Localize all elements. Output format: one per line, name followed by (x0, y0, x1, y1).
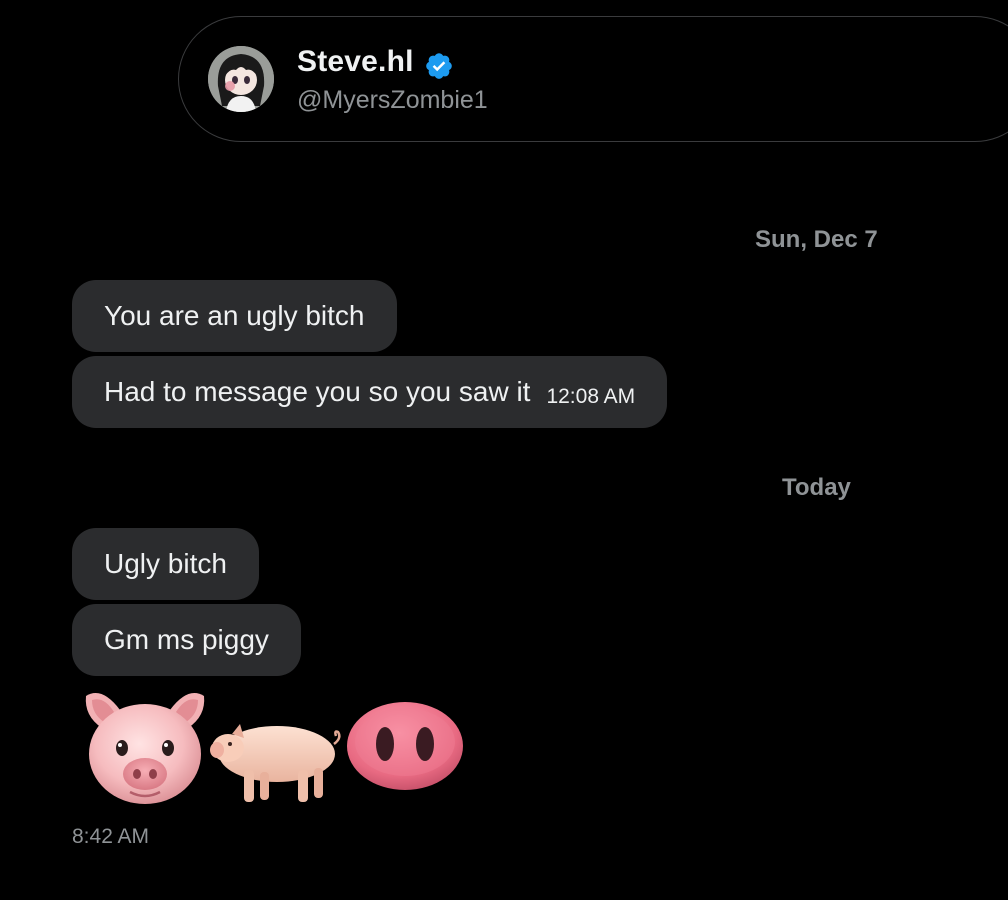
pig-nose-emoji (347, 702, 463, 790)
message-bubble[interactable]: You are an ugly bitch (72, 280, 397, 352)
pig-face-emoji (85, 693, 205, 804)
date-separator: Today (782, 474, 851, 501)
avatar-image (208, 46, 274, 112)
message-text: Ugly bitch (104, 548, 227, 579)
message-text: Had to message you so you saw it (104, 376, 531, 407)
date-separator: Sun, Dec 7 (755, 226, 878, 253)
conversation-header[interactable] (178, 16, 1008, 142)
pig-emoji (210, 724, 341, 802)
dm-conversation: Steve.hl @MyersZombie1 Sun, Dec 7 You ar… (0, 0, 1008, 900)
emoji-message[interactable] (72, 684, 472, 814)
user-display-name[interactable]: Steve.hl (297, 45, 414, 79)
avatar[interactable] (208, 46, 274, 112)
message-bubble[interactable]: Had to message you so you saw it 12:08 A… (72, 356, 668, 428)
user-handle[interactable]: @MyersZombie1 (297, 86, 488, 115)
message-text: Gm ms piggy (104, 624, 269, 655)
message-text: You are an ugly bitch (104, 300, 365, 331)
message-timestamp: 12:08 AM (546, 385, 636, 408)
message-bubble[interactable]: Ugly bitch (72, 528, 259, 600)
message-bubble[interactable]: Gm ms piggy (72, 604, 301, 676)
message-timestamp: 8:42 AM (72, 825, 150, 848)
verified-badge-icon (426, 53, 452, 79)
